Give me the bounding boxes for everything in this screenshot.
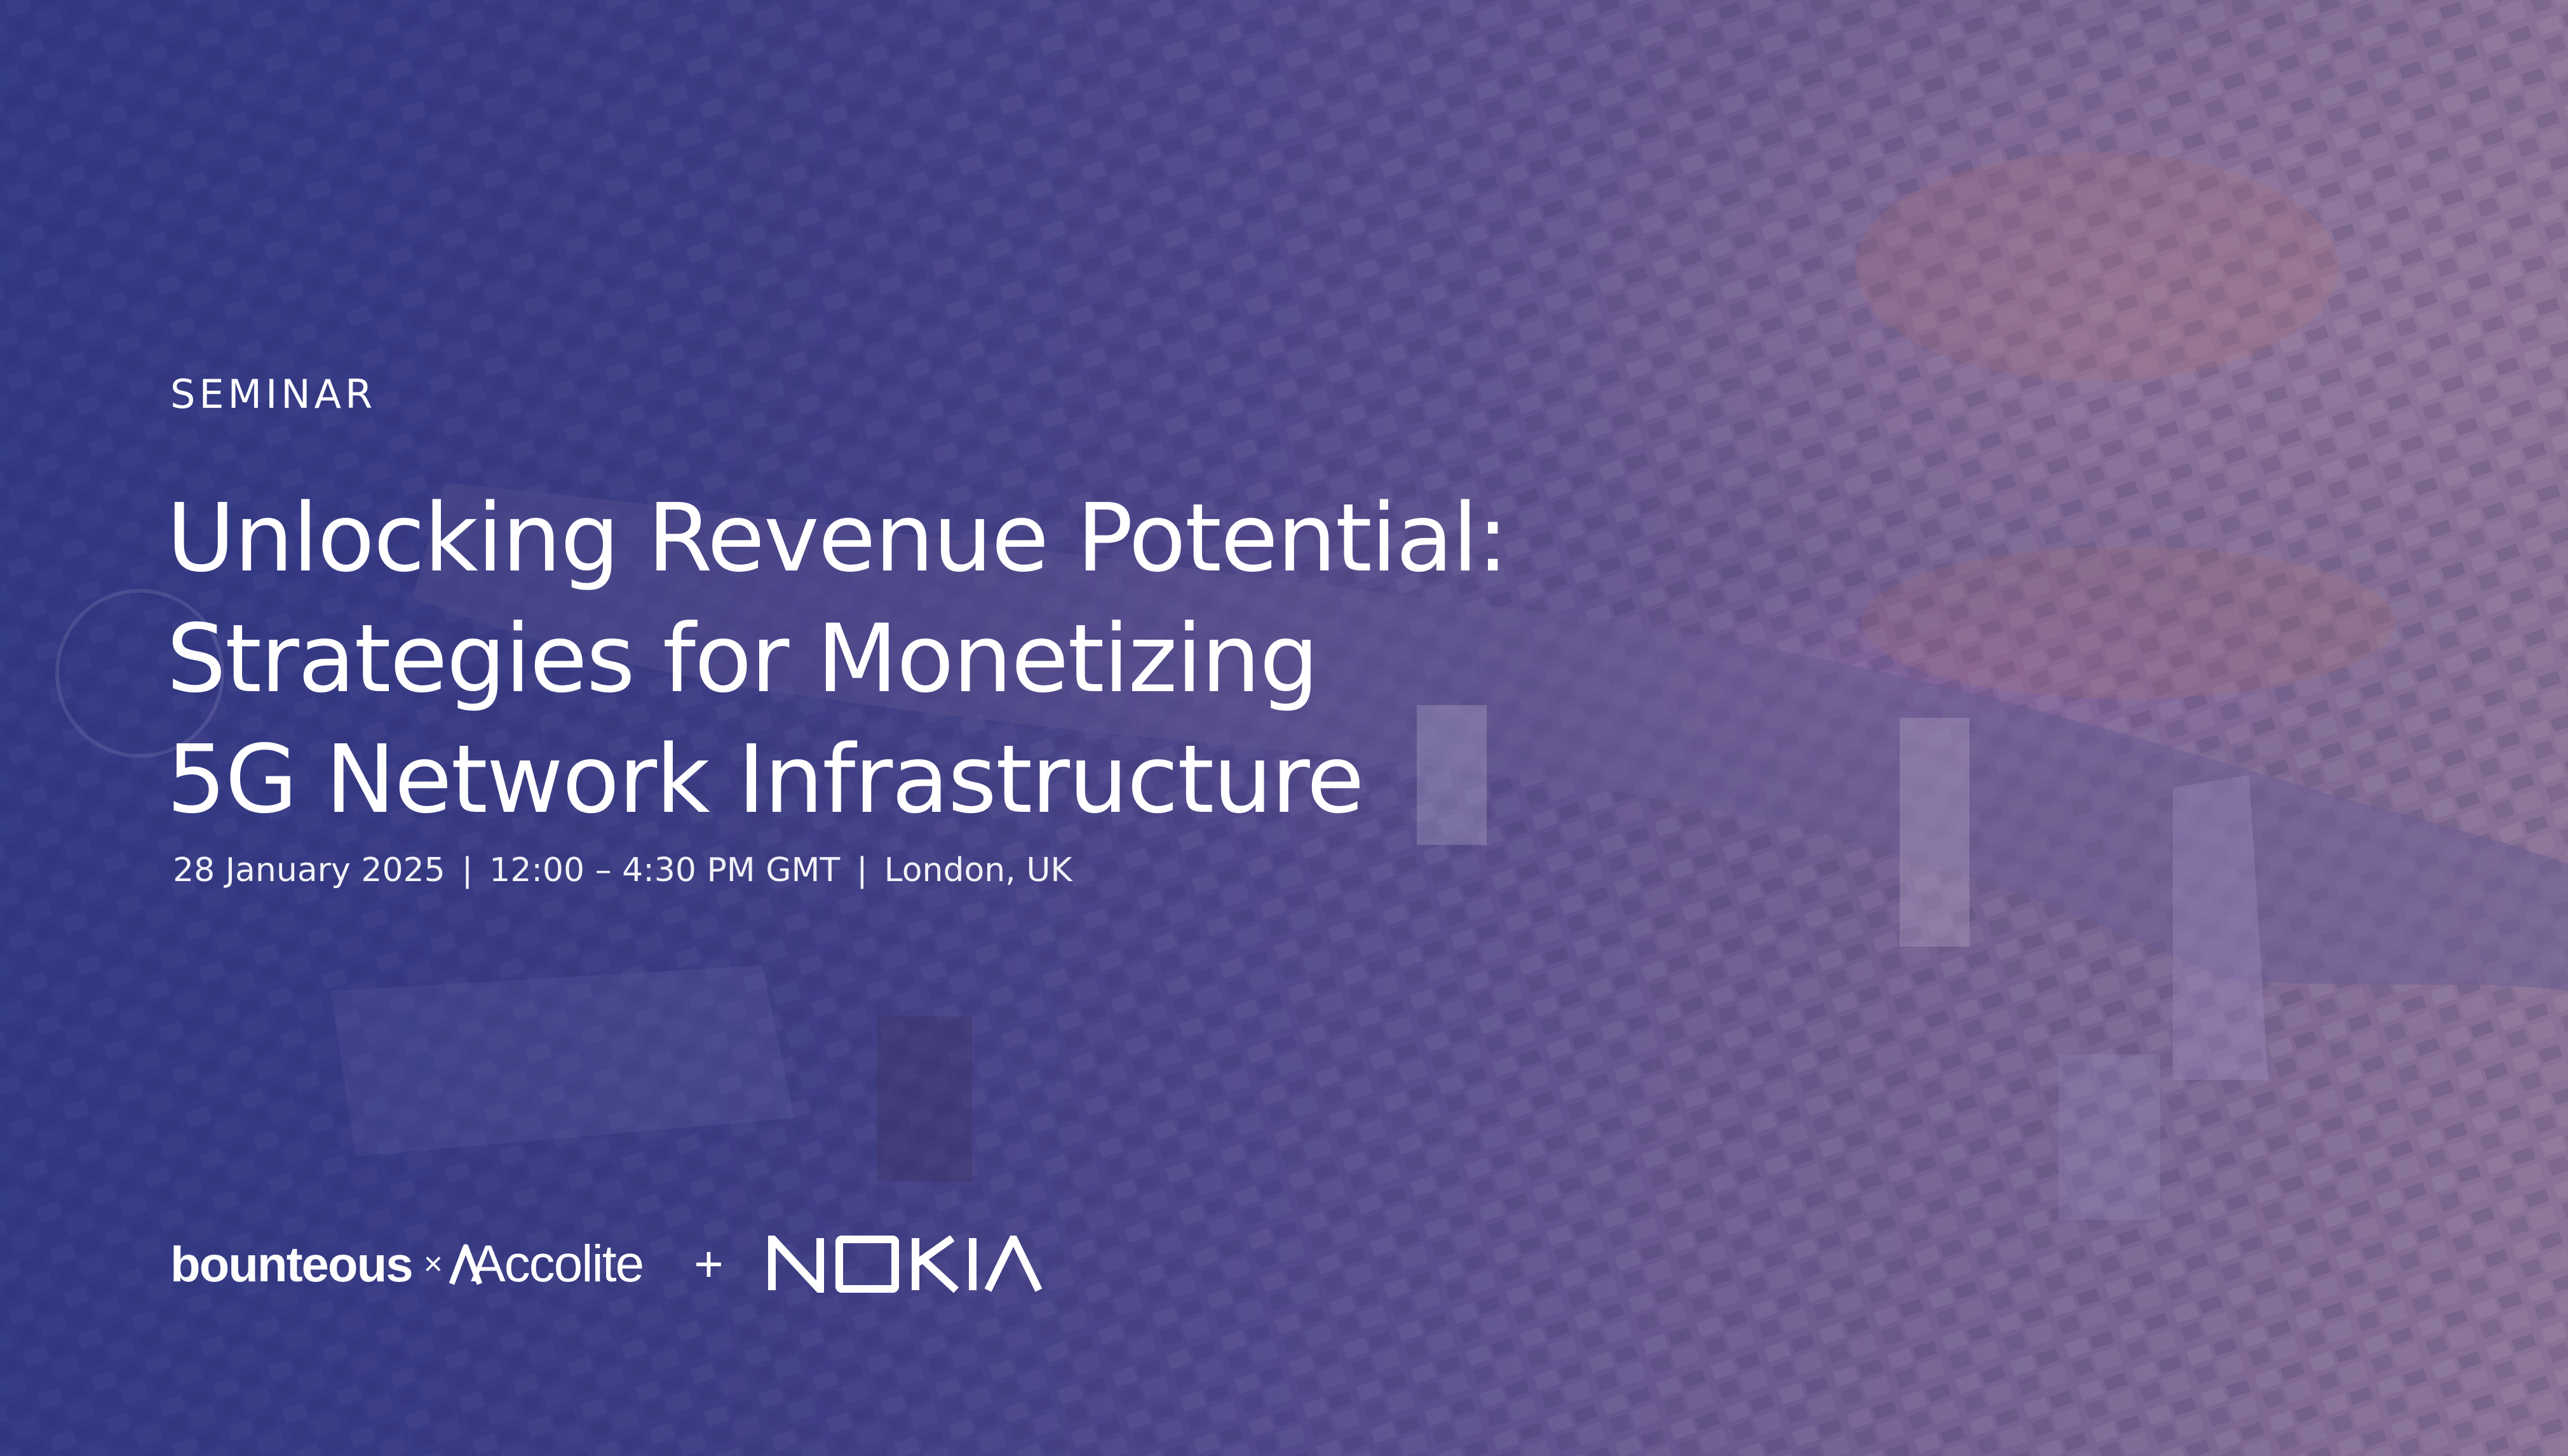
event-title-line-2: Strategies for Monetizing bbox=[166, 604, 1319, 713]
details-separator: | bbox=[856, 851, 868, 889]
event-banner: SEMINAR Unlocking Revenue Potential: Str… bbox=[0, 0, 2568, 1456]
event-date: 28 January 2025 bbox=[173, 851, 445, 889]
sponsor-logos: bounteous × Accolite + bbox=[170, 1226, 1043, 1302]
event-title: Unlocking Revenue Potential: Strategies … bbox=[166, 478, 1564, 840]
event-time: 12:00 – 4:30 PM GMT bbox=[489, 851, 841, 889]
accolite-logo: Accolite bbox=[449, 1234, 644, 1294]
nokia-wordmark-icon bbox=[767, 1236, 1043, 1293]
event-location: London, UK bbox=[884, 851, 1072, 889]
logo-plus: + bbox=[694, 1236, 724, 1292]
logo-joiner: × bbox=[423, 1246, 443, 1283]
nokia-logo bbox=[767, 1236, 1043, 1293]
event-title-line-1: Unlocking Revenue Potential: bbox=[166, 483, 1509, 593]
event-details: 28 January 2025 | 12:00 – 4:30 PM GMT | Lond… bbox=[173, 851, 1072, 889]
event-title-line-3: 5G Network Infrastructure bbox=[166, 725, 1365, 834]
bounteous-logo: bounteous bbox=[170, 1236, 414, 1292]
accolite-wordmark: Accolite bbox=[470, 1235, 644, 1293]
event-category-label: SEMINAR bbox=[170, 371, 377, 417]
details-separator: | bbox=[461, 851, 473, 889]
